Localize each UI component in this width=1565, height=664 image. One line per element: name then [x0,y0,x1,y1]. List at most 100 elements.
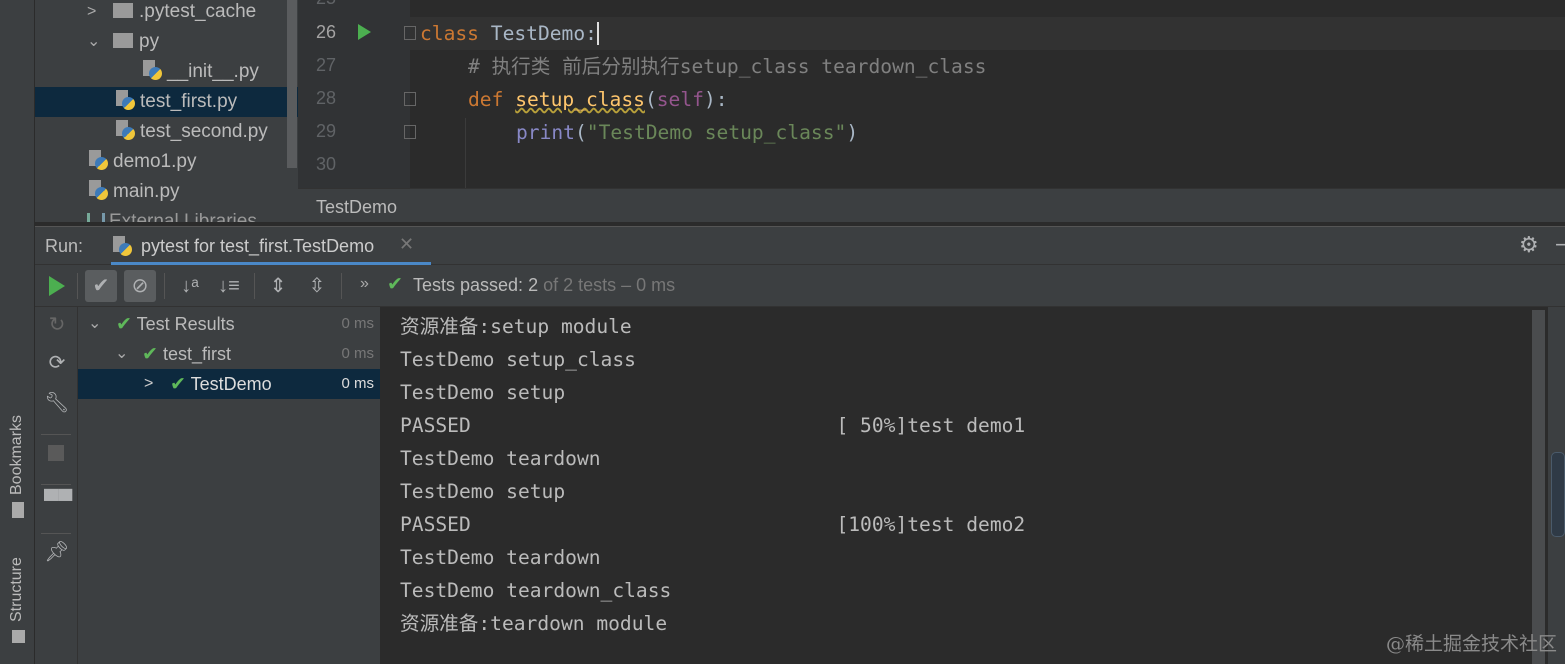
console-line: TestDemo setup_class [400,348,636,371]
console-line: PASSED [100%]test demo2 [400,513,1026,536]
code-line-27: # 执行类 前后分别执行setup_class teardown_class [468,55,987,78]
sort-alphabetically-icon[interactable]: ↓ᵃ [174,270,206,302]
run-tab[interactable]: pytest for test_first.TestDemo ✕ [111,227,431,265]
passed-check-icon: ✔ [170,374,186,395]
run-toolbar: ✔ ⊘ ↓ᵃ ↓≡ ⇕ ⇳ » ✔ Tests passed: 2 of 2 t… [35,265,1565,307]
fold-icon[interactable] [404,125,416,139]
tree-item-external-libraries[interactable]: External Libraries [35,207,298,222]
breadcrumb-item[interactable]: TestDemo [316,197,397,218]
line-number: 30 [315,154,336,174]
console-line: TestDemo setup [400,480,566,503]
chevron-down-icon: ⌄ [88,315,102,332]
tree-item-init[interactable]: __init__.py [35,57,298,87]
divider [254,273,255,299]
python-file-icon [143,60,163,80]
python-file-icon [116,120,136,140]
minimize-icon[interactable]: − [1555,232,1565,258]
bookmarks-tab[interactable]: Bookmarks [8,415,26,495]
passed-check-icon: ✔ [142,344,158,365]
python-file-icon [89,180,109,200]
divider [77,273,78,299]
test-status: Tests passed: 2 of 2 tests – 0 ms [413,275,676,295]
bookmark-icon [12,502,24,518]
tree-item-demo1[interactable]: demo1.py [35,147,298,177]
line-number: 28 [315,88,336,108]
tree-item-pytest-cache[interactable]: > .pytest_cache [35,0,298,27]
run-gutter-icon[interactable] [358,24,371,40]
tree-item-main[interactable]: main.py [35,177,298,207]
left-tool-strip: Bookmarks Structure [0,0,35,664]
right-tool-strip [1548,307,1565,664]
chevron-down-icon: ⌄ [115,345,129,362]
run-label: Run: [45,236,84,256]
pin-icon[interactable]: 📌︎ [44,539,70,565]
console-line: 资源准备:setup module [400,315,632,338]
test-results-tree: ⌄ ✔ Test Results 0 ms ⌄ ✔ test_first 0 ms > ✔… [78,307,380,664]
python-file-icon [116,90,136,110]
show-ignored-toggle[interactable]: ⊘ [124,270,156,302]
test-results-item[interactable]: > ✔ TestDemo 0 ms [78,369,380,399]
code-line-26: class TestDemo: [420,22,599,45]
python-file-icon [89,150,109,170]
divider [164,273,165,299]
code-line-28: def setup_class(self): [468,88,728,111]
console-line: TestDemo setup [400,381,566,404]
project-tree: > .pytest_cache ⌄ py __init__.py test_firs… [35,0,298,222]
divider [41,434,71,435]
test-results-item[interactable]: ⌄ ✔ test_first 0 ms [78,339,380,369]
rerun-icon[interactable] [49,276,65,296]
pytest-icon [113,236,133,256]
stop-icon[interactable] [48,445,64,461]
passed-check-icon: ✔ [116,314,132,335]
sort-by-duration-icon[interactable]: ↓≡ [213,270,245,302]
layout-icon[interactable]: ▀▀ [44,488,72,514]
library-icon [87,213,105,222]
console-output[interactable]: 资源准备:setup module TestDemo setup_class T… [380,307,1548,664]
line-number: 25 [306,0,336,9]
tree-item-test-first[interactable]: test_first.py [35,87,298,117]
tree-item-test-second[interactable]: test_second.py [35,117,298,147]
rerun-failed-icon[interactable]: ↻ [44,312,70,338]
fold-icon[interactable] [404,92,416,106]
run-side-toolbar: ↻ ⟳ 🔧︎ ▀▀ 📌︎ [35,307,78,664]
console-scrollbar[interactable] [1532,310,1545,664]
passed-check-icon: ✔ [387,274,403,295]
chevron-right-icon: > [144,375,154,392]
divider [41,533,71,534]
show-passed-toggle[interactable]: ✔ [85,270,117,302]
divider [41,484,71,485]
console-line: TestDemo teardown [400,447,601,470]
line-number: 27 [315,55,336,75]
memory-indicator [1551,452,1565,537]
console-line: 资源准备:teardown module [400,612,668,635]
gear-icon[interactable]: ⚙ [1519,232,1539,258]
run-panel-header: Run: pytest for test_first.TestDemo ✕ ⚙ … [35,226,1565,265]
fold-icon[interactable] [404,26,416,40]
test-results-root[interactable]: ⌄ ✔ Test Results 0 ms [78,309,380,339]
line-number: 26 [315,22,336,42]
expand-all-icon[interactable]: ⇕ [262,270,294,302]
console-line: PASSED [ 50%]test demo1 [400,414,1026,437]
wrench-icon[interactable]: 🔧︎ [44,390,70,416]
watermark: @稀土掘金技术社区 [1385,633,1557,655]
code-line-29: print("TestDemo setup_class") [516,121,859,144]
editor-gutter: 25 26 27 28 29 30 [298,0,416,188]
structure-tab[interactable]: Structure [8,557,26,622]
project-scrollbar[interactable] [287,0,297,168]
tree-item-py[interactable]: ⌄ py [35,27,298,57]
more-icon[interactable]: » [360,275,369,293]
indent-guide [465,118,466,188]
structure-icon [12,630,25,643]
line-number: 29 [315,121,336,141]
toggle-auto-test-icon[interactable]: ⟳ [44,350,70,376]
collapse-all-icon[interactable]: ⇳ [301,270,333,302]
close-tab-icon[interactable]: ✕ [399,234,414,255]
breadcrumb-bar: TestDemo [298,188,1565,222]
folder-icon [113,3,133,18]
package-icon [113,33,133,48]
divider [341,273,342,299]
console-line: TestDemo teardown [400,546,601,569]
console-line: TestDemo teardown_class [400,579,672,602]
text-cursor [596,22,599,45]
chevron-right-icon: > [87,3,97,20]
